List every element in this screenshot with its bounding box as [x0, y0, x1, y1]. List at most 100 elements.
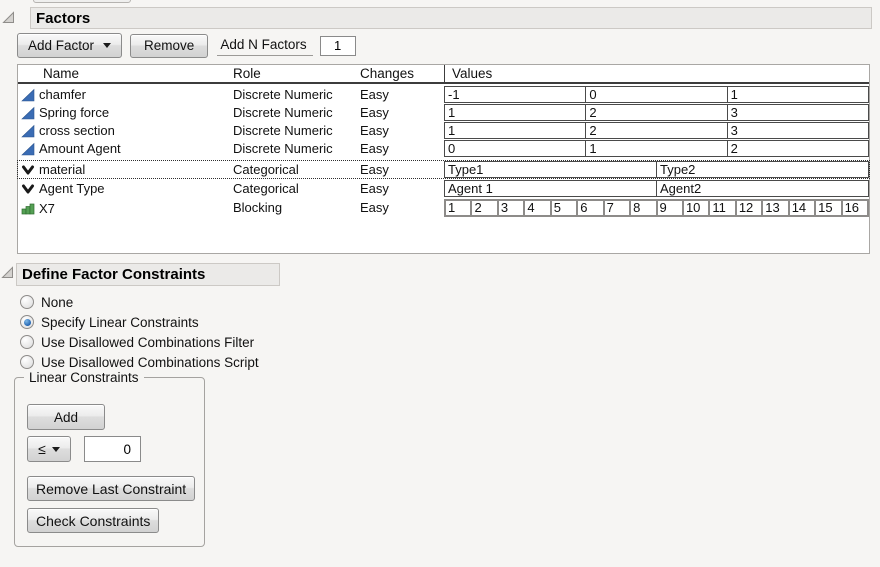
factor-role-cell[interactable]: Discrete Numeric: [233, 104, 360, 121]
value-cell[interactable]: Type1: [444, 161, 657, 178]
discrete-numeric-icon: [21, 124, 35, 138]
factor-name-cell[interactable]: Agent Type: [18, 180, 233, 197]
table-row: cross section Discrete Numeric Easy 1 2 …: [18, 122, 869, 139]
factor-changes-cell[interactable]: Easy: [360, 140, 444, 157]
factor-values: 1 2 3 4 5 6 7 8 9 10 11 12 13 14 15 16: [444, 199, 869, 217]
factors-collapse-icon[interactable]: [2, 11, 15, 24]
radio-icon[interactable]: [20, 335, 34, 349]
radio-option-none[interactable]: None: [20, 292, 259, 312]
radio-icon[interactable]: [20, 355, 34, 369]
factors-title: Factors: [36, 10, 90, 27]
column-header-role: Role: [233, 66, 360, 81]
factors-toolbar: Add Factor Remove Add N Factors: [17, 33, 356, 58]
table-row: Amount Agent Discrete Numeric Easy 0 1 2: [18, 140, 869, 157]
factor-name: material: [39, 162, 85, 177]
factor-name-cell[interactable]: X7: [18, 199, 233, 217]
radio-icon[interactable]: [20, 295, 34, 309]
value-cell[interactable]: 9: [656, 199, 684, 217]
value-cell[interactable]: 15: [814, 199, 842, 217]
value-cell[interactable]: 5: [550, 199, 578, 217]
factor-name-cell[interactable]: material: [18, 161, 233, 178]
value-cell[interactable]: Agent 1: [444, 180, 657, 197]
factor-changes-cell[interactable]: Easy: [360, 86, 444, 103]
factor-changes-cell[interactable]: Easy: [360, 161, 444, 178]
factor-values: Type1 Type2: [444, 161, 869, 178]
add-constraint-button[interactable]: Add: [27, 404, 105, 430]
radio-option-disallowed-script[interactable]: Use Disallowed Combinations Script: [20, 352, 259, 372]
value-cell[interactable]: 10: [682, 199, 710, 217]
column-header-name: Name: [18, 66, 233, 81]
value-cell[interactable]: 0: [444, 140, 586, 157]
factor-name: cross section: [39, 123, 115, 138]
check-constraints-button[interactable]: Check Constraints: [27, 508, 159, 533]
factor-changes-cell[interactable]: Easy: [360, 199, 444, 217]
constraints-collapse-icon[interactable]: [1, 266, 14, 279]
value-cell[interactable]: 2: [727, 140, 869, 157]
value-cell[interactable]: 14: [788, 199, 816, 217]
value-cell[interactable]: 3: [497, 199, 525, 217]
constraint-value-input[interactable]: [84, 436, 141, 462]
value-cell[interactable]: 6: [576, 199, 604, 217]
value-cell[interactable]: 1: [585, 140, 727, 157]
categorical-icon: [21, 182, 35, 196]
value-cell[interactable]: 11: [708, 199, 736, 217]
discrete-numeric-icon: [21, 106, 35, 120]
factor-name: X7: [39, 201, 55, 216]
value-cell[interactable]: -1: [444, 86, 586, 103]
value-cell[interactable]: 1: [727, 86, 869, 103]
radio-option-disallowed-filter[interactable]: Use Disallowed Combinations Filter: [20, 332, 259, 352]
factor-name-cell[interactable]: Spring force: [18, 104, 233, 121]
value-cell[interactable]: 2: [585, 104, 727, 121]
factor-changes-cell[interactable]: Easy: [360, 122, 444, 139]
radio-icon-selected[interactable]: [20, 315, 34, 329]
value-cell[interactable]: 12: [735, 199, 763, 217]
add-n-factors-label: Add N Factors: [217, 35, 312, 56]
factor-values: -1 0 1: [444, 86, 869, 103]
value-cell[interactable]: 1: [444, 104, 586, 121]
chevron-down-icon: [103, 43, 111, 48]
value-cell[interactable]: Agent2: [656, 180, 869, 197]
value-cell[interactable]: 16: [841, 199, 869, 217]
value-cell[interactable]: 2: [585, 122, 727, 139]
remove-button[interactable]: Remove: [130, 34, 208, 58]
categorical-icon: [21, 163, 35, 177]
factor-changes-cell[interactable]: Easy: [360, 104, 444, 121]
factors-table-header: Name Role Changes Values: [18, 65, 869, 84]
value-cell[interactable]: 8: [629, 199, 657, 217]
factor-role-cell[interactable]: Categorical: [233, 180, 360, 197]
radio-label: Use Disallowed Combinations Script: [41, 355, 259, 370]
add-n-factors-input[interactable]: [320, 36, 356, 56]
value-cell[interactable]: 3: [727, 104, 869, 121]
add-factor-button[interactable]: Add Factor: [17, 33, 122, 58]
factor-name-cell[interactable]: Amount Agent: [18, 140, 233, 157]
factor-role-cell[interactable]: Categorical: [233, 161, 360, 178]
factor-role-cell[interactable]: Discrete Numeric: [233, 140, 360, 157]
value-cell[interactable]: 4: [523, 199, 551, 217]
factor-values: 1 2 3: [444, 122, 869, 139]
factor-role-cell[interactable]: Discrete Numeric: [233, 122, 360, 139]
value-cell[interactable]: Type2: [656, 161, 869, 178]
remove-last-constraint-button[interactable]: Remove Last Constraint: [27, 476, 195, 501]
value-cell[interactable]: 2: [470, 199, 498, 217]
discrete-numeric-icon: [21, 142, 35, 156]
factor-name: Agent Type: [39, 181, 105, 196]
factor-name-cell[interactable]: cross section: [18, 122, 233, 139]
radio-label: None: [41, 295, 73, 310]
value-cell[interactable]: 3: [727, 122, 869, 139]
column-header-changes: Changes: [360, 66, 444, 81]
value-cell[interactable]: 0: [585, 86, 727, 103]
value-cell[interactable]: 13: [761, 199, 789, 217]
value-cell[interactable]: 7: [603, 199, 631, 217]
factor-role-cell[interactable]: Blocking: [233, 199, 360, 217]
value-cell[interactable]: 1: [444, 199, 472, 217]
operator-dropdown-button[interactable]: ≤: [27, 436, 71, 462]
add-constraint-label: Add: [54, 410, 78, 425]
factor-changes-cell[interactable]: Easy: [360, 180, 444, 197]
factor-role-cell[interactable]: Discrete Numeric: [233, 86, 360, 103]
radio-option-specify-linear[interactable]: Specify Linear Constraints: [20, 312, 259, 332]
constraints-header[interactable]: Define Factor Constraints: [16, 263, 280, 286]
factor-name-cell[interactable]: chamfer: [18, 86, 233, 103]
constraint-options: None Specify Linear Constraints Use Disa…: [20, 292, 259, 372]
value-cell[interactable]: 1: [444, 122, 586, 139]
factors-header[interactable]: Factors: [30, 7, 872, 29]
